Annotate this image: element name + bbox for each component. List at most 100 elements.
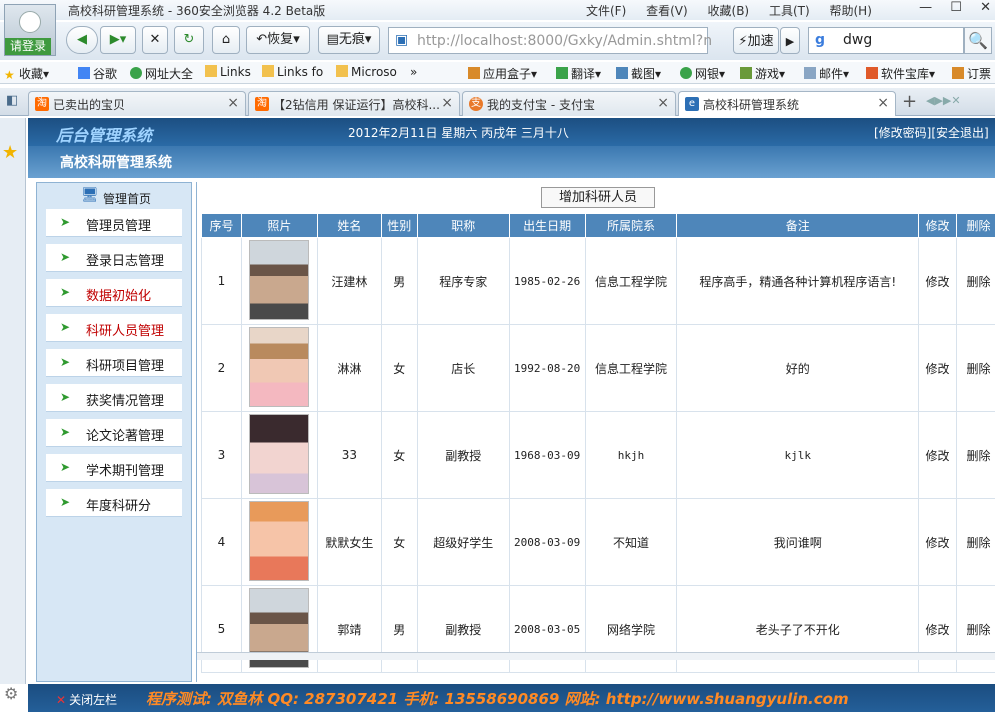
menu-favorites[interactable]: 收藏(B)	[708, 4, 750, 18]
page-footer: ✕ 关闭左栏 程序测试: 双鱼林 QQ: 287307421 手机: 135586…	[28, 684, 995, 712]
fav-hao[interactable]: 网址大全	[130, 65, 193, 82]
login-button[interactable]: 请登录	[5, 38, 51, 55]
col-note: 备注	[676, 213, 920, 238]
menu-item-admins[interactable]: ➤ 管理员管理	[46, 209, 182, 237]
menu-item-login-logs[interactable]: ➤ 登录日志管理	[46, 244, 182, 272]
delete-link[interactable]: 删除	[955, 237, 995, 325]
close-sidebar-button[interactable]: ✕ 关闭左栏	[56, 691, 117, 708]
star-icon[interactable]: ★	[2, 142, 22, 163]
edit-link[interactable]: 修改	[918, 498, 957, 586]
fav-links[interactable]: Links	[205, 65, 251, 79]
speed-button[interactable]: ⚡加速	[733, 27, 779, 54]
menu-item-papers[interactable]: ➤ 论文论著管理	[46, 419, 182, 447]
cell-title: 副教授	[416, 411, 510, 499]
col-dept: 所属院系	[584, 213, 678, 238]
table-row: 3 33 女 副教授 1968-03-09 hkjh kjlk 修改 删除	[201, 411, 995, 499]
back-button[interactable]: ◀	[66, 26, 98, 54]
horizontal-scrollbar[interactable]	[197, 652, 995, 660]
sidebar-toggle-icon[interactable]: ◧	[6, 93, 18, 108]
cell-name: 33	[316, 411, 382, 499]
edit-link[interactable]: 修改	[918, 237, 957, 325]
menu-tools[interactable]: 工具(T)	[769, 4, 810, 18]
taobao-icon: 淘	[255, 97, 269, 111]
undo-icon: ↶	[256, 32, 268, 47]
restore-button[interactable]: ↶恢复▾	[246, 26, 310, 54]
cell-gender: 男	[380, 237, 418, 325]
tool-screenshot[interactable]: 截图▾	[616, 65, 661, 82]
researcher-table: 序号 照片 姓名 性别 职称 出生日期 所属院系 备注 修改 删除 1 汪建林 …	[201, 213, 995, 673]
search-icon: 🔍	[968, 31, 988, 50]
fav-google[interactable]: 谷歌	[78, 65, 117, 82]
speed-label: 加速	[747, 34, 774, 49]
tool-translate[interactable]: 翻译▾	[556, 65, 601, 82]
search-button[interactable]: 🔍	[964, 27, 992, 54]
fav-more[interactable]: »	[410, 65, 417, 79]
address-bar[interactable]: ▣ http://localhost:8000/Gxky/Admin.shtml…	[388, 27, 712, 54]
menu-item-awards[interactable]: ➤ 获奖情况管理	[46, 384, 182, 412]
cell-photo	[240, 324, 318, 412]
tool-software[interactable]: 软件宝库▾	[866, 65, 935, 82]
play-button[interactable]: ▶	[780, 27, 800, 54]
menu-item-journals[interactable]: ➤ 学术期刊管理	[46, 454, 182, 482]
add-researcher-button[interactable]: 增加科研人员	[541, 187, 655, 208]
delete-link[interactable]: 删除	[955, 498, 995, 586]
tool-bank[interactable]: 网银▾	[680, 65, 725, 82]
change-password-link[interactable]: [修改密码]	[874, 126, 931, 140]
incognito-button[interactable]: ▤无痕▾	[318, 26, 380, 54]
tab-taobao-shop[interactable]: 淘 【2钻信用 保证运行】高校科... ×	[248, 91, 460, 116]
cell-name: 汪建林	[316, 237, 382, 325]
tool-app-box[interactable]: 应用盒子▾	[468, 65, 537, 82]
search-input[interactable]: g dwg	[808, 27, 964, 54]
forward-button[interactable]: ▶▾	[100, 26, 136, 54]
cell-note: 我问谁啊	[676, 498, 920, 586]
app-box-icon	[468, 67, 480, 79]
tab-close-icon[interactable]: ×	[657, 95, 669, 111]
col-gender: 性别	[380, 213, 418, 238]
favorites-button[interactable]: ★ 收藏▾	[4, 65, 49, 82]
edit-link[interactable]: 修改	[918, 411, 957, 499]
close-window-icon[interactable]: ✕	[980, 0, 991, 15]
minimize-icon[interactable]: —	[919, 0, 932, 15]
menu-home-link[interactable]: 管理首页	[103, 190, 151, 207]
new-tab-icon[interactable]: +	[902, 91, 917, 112]
menu-help[interactable]: 帮助(H)	[829, 4, 871, 18]
tab-research-system[interactable]: e 高校科研管理系统 ×	[678, 91, 896, 116]
logout-link[interactable]: [安全退出]	[931, 126, 988, 140]
stop-button[interactable]: ✕	[142, 26, 168, 54]
cell-no: 2	[201, 324, 242, 412]
menu-item-projects[interactable]: ➤ 科研项目管理	[46, 349, 182, 377]
page-icon: ▣	[395, 32, 409, 48]
refresh-button[interactable]: ↻	[174, 26, 204, 54]
delete-link[interactable]: 删除	[955, 324, 995, 412]
taobao-icon: 淘	[35, 97, 49, 111]
maximize-icon[interactable]: ☐	[950, 0, 962, 15]
menu-view[interactable]: 查看(V)	[646, 4, 688, 18]
cell-photo	[240, 237, 318, 325]
tool-games[interactable]: 游戏▾	[740, 65, 785, 82]
menu-file[interactable]: 文件(F)	[586, 4, 626, 18]
folder-icon	[336, 65, 348, 77]
menu-item-researchers[interactable]: ➤ 科研人员管理	[46, 314, 182, 342]
star-icon: ★	[4, 68, 15, 82]
menu-item-annual-score[interactable]: ➤ 年度科研分	[46, 489, 182, 517]
gear-icon[interactable]: ⚙	[4, 684, 18, 703]
search-text: dwg	[843, 32, 873, 48]
tab-close-icon[interactable]: ×	[877, 95, 889, 111]
tab-scroll-icon[interactable]: ◀▶▶✕	[926, 94, 961, 107]
mail-icon	[804, 67, 816, 79]
edit-link[interactable]: 修改	[918, 324, 957, 412]
fav-links-fo[interactable]: Links fo	[262, 65, 323, 79]
scissors-icon	[616, 67, 628, 79]
home-button[interactable]: ⌂	[212, 26, 240, 54]
tab-close-icon[interactable]: ×	[227, 95, 239, 111]
tab-close-icon[interactable]: ×	[441, 95, 453, 111]
tab-alipay[interactable]: 支 我的支付宝 - 支付宝 ×	[462, 91, 676, 116]
tab-sold-items[interactable]: 淘 已卖出的宝贝 ×	[28, 91, 246, 116]
delete-link[interactable]: 删除	[955, 411, 995, 499]
fav-microsoft[interactable]: Microso	[336, 65, 397, 79]
page-header: 后台管理系统 2012年2月11日 星期六 丙戌年 三月十八 [修改密码][安全…	[28, 118, 995, 146]
cell-title: 超级好学生	[416, 498, 510, 586]
menu-item-data-init[interactable]: ➤ 数据初始化	[46, 279, 182, 307]
tool-tickets[interactable]: 订票	[952, 65, 991, 82]
tool-mail[interactable]: 邮件▾	[804, 65, 849, 82]
